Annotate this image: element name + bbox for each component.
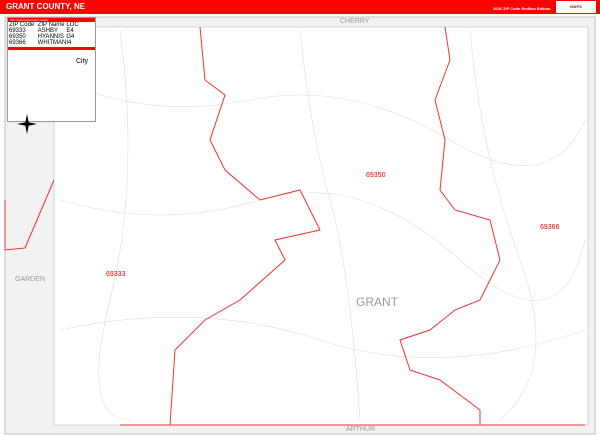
name: WHITMAN [37, 40, 67, 46]
zip-label-69350[interactable]: 69350 [366, 172, 385, 179]
header-bar: GRANT COUNTY, NE 2026 ZIP Code Redline E… [0, 0, 600, 14]
loc: I4 [66, 40, 72, 46]
neighbor-arthur: ARTHUR [346, 426, 376, 433]
compass-icon [17, 114, 37, 134]
legend-city-symbol: City [76, 58, 89, 65]
zip: 69366 [9, 40, 26, 46]
county-label: GRANT [356, 295, 398, 309]
zip-label-69333[interactable]: 69333 [106, 271, 125, 278]
map-title: GRANT COUNTY, NE [6, 2, 86, 11]
brand-logo: MAPS [556, 1, 596, 13]
neighbor-garden: GARDEN [15, 276, 45, 283]
neighbor-cherry: CHERRY [340, 18, 370, 25]
edition-label: 2026 ZIP Code Redline Edition [493, 6, 551, 11]
legend-row: 69366 WHITMAN I4 [8, 40, 95, 46]
legend-panel: ZIP Code Index/Grid Locator ZIP Code ZIP… [7, 17, 96, 122]
legend-divider [8, 47, 95, 50]
zip-label-69366[interactable]: 69366 [540, 224, 559, 231]
